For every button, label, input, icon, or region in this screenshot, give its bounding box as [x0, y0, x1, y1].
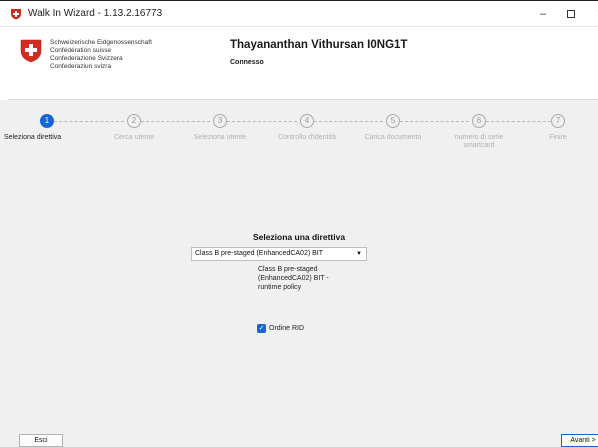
step-1-indicator: 1 — [40, 114, 54, 128]
step-connector — [227, 121, 297, 122]
step-3-label: Seleziona utente — [193, 134, 247, 141]
confed-line-it: Confederazione Svizzera — [50, 55, 123, 62]
swiss-shield-logo — [20, 39, 42, 63]
directive-description: Class B pre-staged (EnhancedCA02) BIT - … — [258, 266, 329, 291]
step-connector — [141, 121, 210, 122]
step-7-indicator: 7 — [551, 114, 565, 128]
directive-select-value: Class B pre-staged (EnhancedCA02) BIT — [195, 250, 324, 257]
ordine-rid-option[interactable]: ✓ Ordine RID — [257, 324, 304, 333]
minimize-button[interactable]: – — [530, 5, 556, 23]
chevron-down-icon: ▼ — [356, 251, 362, 257]
maximize-button[interactable] — [558, 5, 584, 23]
ordine-rid-label: Ordine RID — [269, 325, 305, 332]
title-bar: Walk In Wizard - 1.13.2.16773 – ✕ — [0, 0, 598, 27]
step-3-indicator: 3 — [213, 114, 227, 128]
connection-status: Connesso — [230, 59, 264, 66]
maximize-icon — [567, 10, 575, 19]
wizard-footer: Esci Avanti > — [0, 430, 598, 447]
next-button[interactable]: Avanti > — [561, 434, 598, 447]
ordine-rid-checkbox[interactable]: ✓ — [257, 324, 266, 333]
step-connector — [486, 121, 556, 122]
step-5-indicator: 5 — [386, 114, 400, 128]
step-7-label: Finire — [549, 134, 567, 141]
exit-button[interactable]: Esci — [19, 434, 63, 447]
confed-line-de: Schweizerische Eidgenossenschaft — [50, 39, 152, 46]
step-4-label: Controllo d'identità — [278, 134, 336, 141]
step-6-indicator: 6 — [472, 114, 486, 128]
app-header: Schweizerische Eidgenossenschaft Confédé… — [8, 27, 598, 100]
step-1-label: Seleziona direttiva — [4, 134, 62, 141]
wizard-body: 1 2 3 4 5 6 7 Seleziona direttiva Cerca … — [0, 100, 598, 430]
directive-select[interactable]: Class B pre-staged (EnhancedCA02) BIT ▼ — [191, 247, 367, 261]
directive-heading: Seleziona una direttiva — [252, 232, 346, 242]
step-connector — [400, 121, 469, 122]
app-icon — [11, 9, 21, 20]
user-name: Thayananthan Vithursan I0NG1T — [230, 39, 408, 51]
step-2-label: Cerca utente — [113, 134, 155, 141]
confed-line-rm: Confederaziun svizra — [50, 63, 112, 70]
step-connector — [54, 121, 124, 122]
step-connector — [314, 121, 383, 122]
step-2-indicator: 2 — [127, 114, 141, 128]
confederation-text: Schweizerische Eidgenossenschaft Confédé… — [50, 39, 152, 71]
window-title: Walk In Wizard - 1.13.2.16773 — [28, 8, 163, 19]
step-5-label: Carica documento — [364, 134, 422, 141]
step-4-indicator: 4 — [300, 114, 314, 128]
close-button[interactable]: ✕ — [588, 5, 598, 23]
confed-line-fr: Confédération suisse — [50, 47, 112, 54]
step-6-label: numero di serie smartcard — [454, 134, 504, 149]
